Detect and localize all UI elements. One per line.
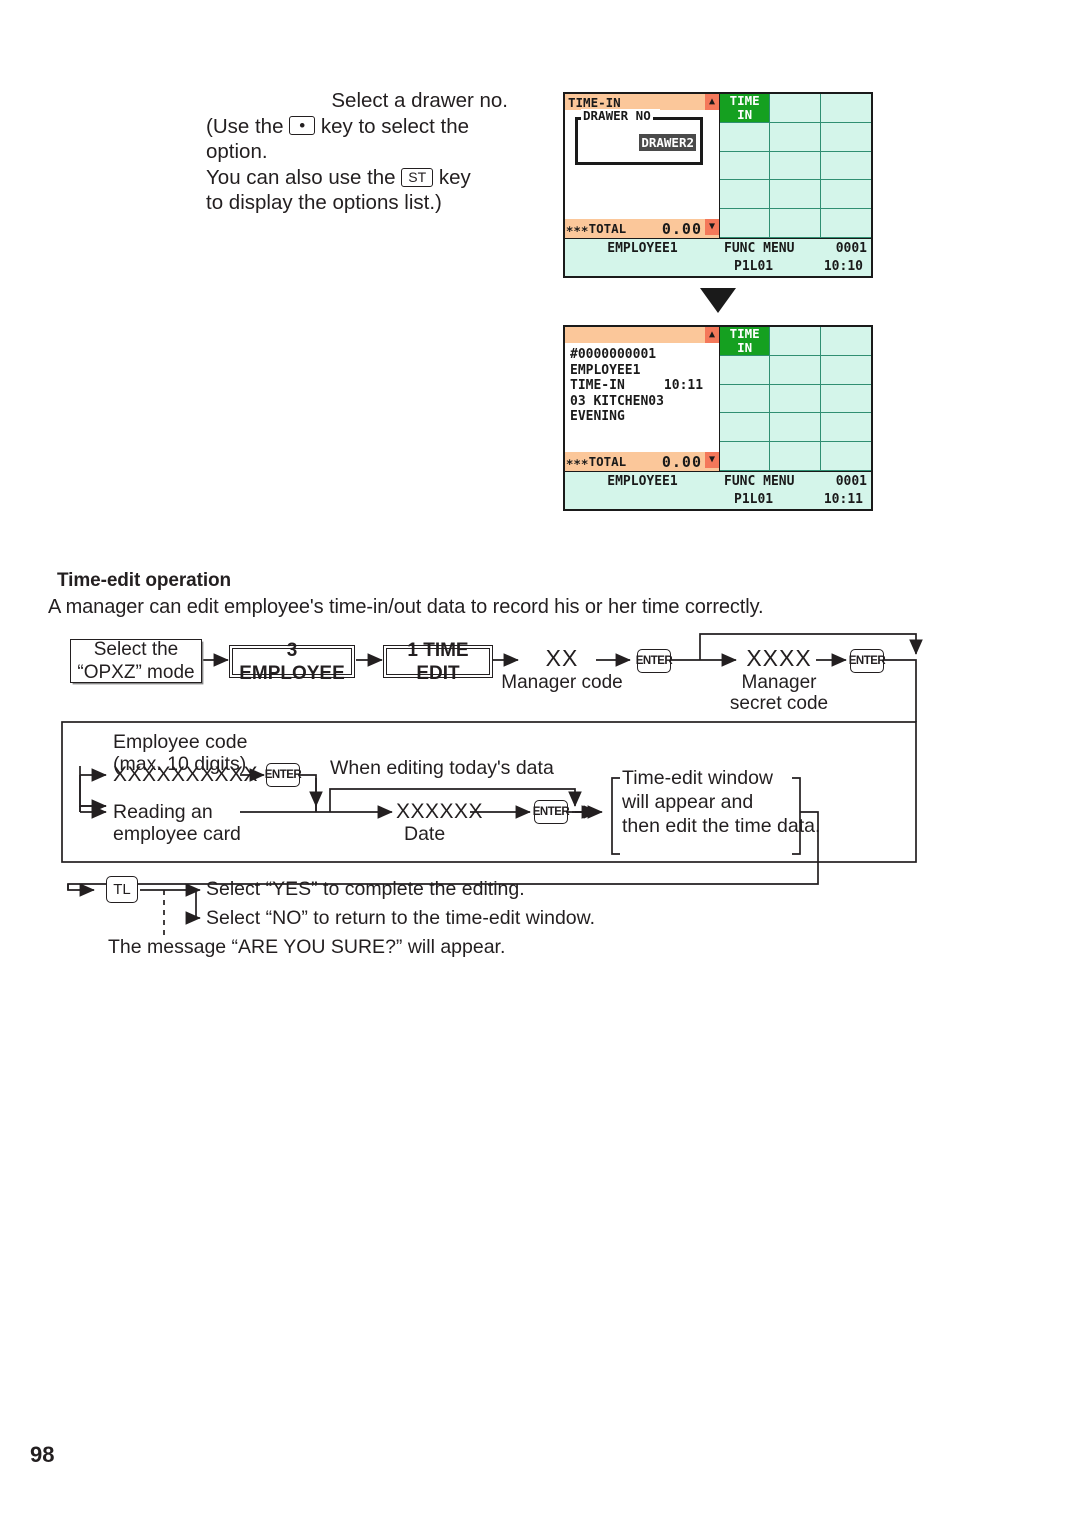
flow-mode-line2: “OPXZ” mode xyxy=(77,662,195,683)
flow-employee-code-value: XXXXXXXXXX xyxy=(113,763,259,786)
flow-manager-code-value: XX xyxy=(545,645,579,671)
flow-reading-card-line1: Reading an xyxy=(113,801,213,823)
flow-secret-code-label-2: secret code xyxy=(729,693,829,714)
enter-key-2[interactable]: ENTER xyxy=(849,649,886,673)
flow-secret-code-value: XXXX xyxy=(746,645,812,671)
enter-key-4[interactable]: ENTER xyxy=(533,800,570,824)
flow-box-1-time-edit[interactable]: 1 TIME EDIT xyxy=(383,640,493,684)
flow-manager-code-label: Manager code xyxy=(501,672,623,693)
flow-date-label: Date xyxy=(404,823,446,845)
flow-window-line2: will appear and xyxy=(622,791,754,813)
flow-box-select-mode[interactable]: Select the “OPXZ” mode xyxy=(70,639,202,683)
tl-key[interactable]: TL xyxy=(106,876,138,903)
flow-box-3-employee[interactable]: 3 EMPLOYEE xyxy=(229,640,355,684)
flow-mode-line1: Select the xyxy=(93,639,179,660)
flow-sure-text: The message “ARE YOU SURE?” will appear. xyxy=(108,936,506,958)
flow-no-text: Select “NO” to return to the time-edit w… xyxy=(206,907,596,929)
flow-date-value: XXXXXX xyxy=(396,800,484,823)
flow-window-line3: then edit the time data. xyxy=(622,815,821,837)
flow-reading-card-line2: employee card xyxy=(113,823,241,845)
enter-key-3[interactable]: ENTER xyxy=(265,763,302,787)
flow-window-line1: Time-edit window xyxy=(622,767,773,789)
flow-today-note: When editing today's data xyxy=(330,757,554,779)
page-number: 98 xyxy=(30,1442,55,1467)
flow-yes-text: Select “YES” to complete the editing. xyxy=(206,878,525,900)
enter-key-1[interactable]: ENTER xyxy=(636,649,673,673)
flow-employee-code-line1: Employee code xyxy=(113,731,248,753)
flow-secret-code-label-1: Manager xyxy=(741,672,817,693)
